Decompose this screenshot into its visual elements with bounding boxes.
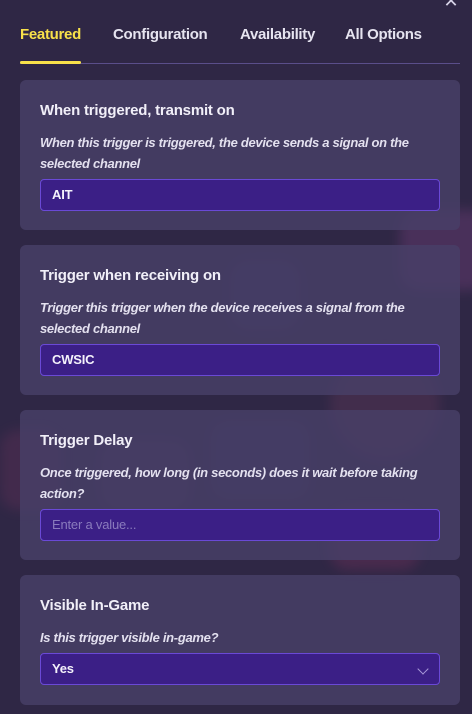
card-description: When this trigger is triggered, the devi… xyxy=(40,135,409,171)
active-tab-indicator xyxy=(20,61,81,64)
transmit-channel-input[interactable]: AIT xyxy=(40,179,440,211)
tab-availability[interactable]: Availability xyxy=(240,26,315,43)
visible-in-game-card: Visible In-Game Is this trigger visible … xyxy=(20,575,460,705)
settings-panel: ✕ Featured Configuration Availability Al… xyxy=(0,0,472,714)
trigger-delay-card: Trigger Delay Once triggered, how long (… xyxy=(20,410,460,560)
chevron-down-icon xyxy=(417,663,429,675)
trigger-delay-input[interactable]: Enter a value... xyxy=(40,509,440,541)
tab-bar: Featured Configuration Availability All … xyxy=(20,24,460,64)
tab-configuration[interactable]: Configuration xyxy=(113,26,208,43)
select-value: Yes xyxy=(52,661,74,676)
close-icon[interactable]: ✕ xyxy=(442,0,460,10)
card-title: Trigger when receiving on xyxy=(40,267,221,284)
transmit-channel-card: When triggered, transmit on When this tr… xyxy=(20,80,460,230)
card-description: Is this trigger visible in-game? xyxy=(40,630,219,645)
tab-all-options[interactable]: All Options xyxy=(345,26,422,43)
card-description: Once triggered, how long (in seconds) do… xyxy=(40,465,418,501)
tab-featured[interactable]: Featured xyxy=(20,26,81,43)
card-title: Visible In-Game xyxy=(40,597,150,614)
receive-channel-card: Trigger when receiving on Trigger this t… xyxy=(20,245,460,395)
card-title: When triggered, transmit on xyxy=(40,102,235,119)
receive-channel-input[interactable]: CWSIC xyxy=(40,344,440,376)
visible-in-game-select[interactable]: Yes xyxy=(40,653,440,685)
card-description: Trigger this trigger when the device rec… xyxy=(40,300,405,336)
card-title: Trigger Delay xyxy=(40,432,133,449)
